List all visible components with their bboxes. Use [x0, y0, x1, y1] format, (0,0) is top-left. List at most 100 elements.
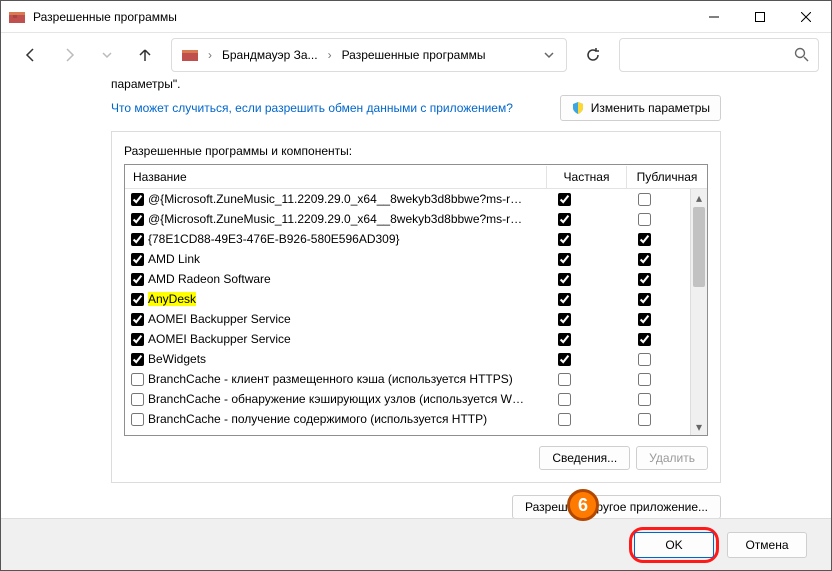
list-item[interactable]: BeWidgets	[125, 349, 690, 369]
scroll-down-icon[interactable]: ▾	[691, 418, 707, 435]
item-name: AOMEI Backupper Service	[148, 312, 524, 326]
list-item[interactable]: {78E1CD88-49E3-476E-B926-580E596AD309}	[125, 229, 690, 249]
apps-panel: Разрешенные программы и компоненты: Назв…	[111, 131, 721, 483]
window-buttons	[691, 1, 829, 32]
item-private-checkbox[interactable]	[558, 273, 571, 286]
param-text: параметры".	[111, 77, 721, 91]
item-public-checkbox[interactable]	[638, 293, 651, 306]
col-name[interactable]: Название	[125, 166, 547, 188]
item-enable-checkbox[interactable]	[131, 273, 144, 286]
item-enable-checkbox[interactable]	[131, 373, 144, 386]
window-title: Разрешенные программы	[33, 10, 691, 24]
item-public-checkbox[interactable]	[638, 373, 651, 386]
details-button[interactable]: Сведения...	[539, 446, 630, 470]
scroll-thumb[interactable]	[693, 207, 705, 287]
step-badge: 6	[567, 489, 599, 521]
cancel-button[interactable]: Отмена	[727, 532, 807, 558]
refresh-button[interactable]	[575, 37, 611, 73]
col-public[interactable]: Публичная	[627, 166, 707, 188]
item-enable-checkbox[interactable]	[131, 393, 144, 406]
footer: OK Отмена	[1, 518, 831, 570]
item-enable-checkbox[interactable]	[131, 413, 144, 426]
chevron-right-icon: ›	[328, 48, 332, 62]
scroll-up-icon[interactable]: ▴	[691, 189, 707, 206]
item-public-checkbox[interactable]	[638, 333, 651, 346]
item-name: BranchCache - клиент размещенного кэша (…	[148, 372, 524, 386]
list-item[interactable]: AOMEI Backupper Service	[125, 309, 690, 329]
item-name: AMD Link	[148, 252, 524, 266]
help-link[interactable]: Что может случиться, если разрешить обме…	[111, 101, 513, 115]
breadcrumb-seg-1[interactable]: Брандмауэр За...	[216, 44, 324, 66]
close-button[interactable]	[783, 1, 829, 32]
item-private-checkbox[interactable]	[558, 353, 571, 366]
item-public-checkbox[interactable]	[638, 193, 651, 206]
list-item[interactable]: @{Microsoft.ZuneMusic_11.2209.29.0_x64__…	[125, 189, 690, 209]
change-settings-button[interactable]: Изменить параметры	[560, 95, 721, 121]
item-private-checkbox[interactable]	[558, 413, 571, 426]
item-enable-checkbox[interactable]	[131, 233, 144, 246]
list-item[interactable]: BranchCache - получение содержимого (исп…	[125, 409, 690, 429]
item-enable-checkbox[interactable]	[131, 253, 144, 266]
col-private[interactable]: Частная	[547, 166, 627, 188]
list-item[interactable]: AMD Link	[125, 249, 690, 269]
item-name: BeWidgets	[148, 352, 524, 366]
item-public-checkbox[interactable]	[638, 353, 651, 366]
item-enable-checkbox[interactable]	[131, 353, 144, 366]
list-item[interactable]: @{Microsoft.ZuneMusic_11.2209.29.0_x64__…	[125, 209, 690, 229]
recent-button[interactable]	[89, 37, 125, 73]
firewall-icon	[9, 9, 25, 25]
item-name: {78E1CD88-49E3-476E-B926-580E596AD309}	[148, 232, 524, 246]
item-name: AOMEI Backupper Service	[148, 332, 524, 346]
item-private-checkbox[interactable]	[558, 253, 571, 266]
scrollbar[interactable]: ▴ ▾	[690, 189, 707, 435]
forward-button[interactable]	[51, 37, 87, 73]
item-public-checkbox[interactable]	[638, 413, 651, 426]
item-name: AnyDesk	[148, 292, 524, 306]
item-private-checkbox[interactable]	[558, 193, 571, 206]
ok-button[interactable]: OK	[634, 532, 714, 558]
item-private-checkbox[interactable]	[558, 373, 571, 386]
item-name: BranchCache - обнаружение кэширующих узл…	[148, 392, 524, 406]
allow-another-app-button[interactable]: Разрешить другое приложение...	[512, 495, 721, 519]
back-button[interactable]	[13, 37, 49, 73]
item-private-checkbox[interactable]	[558, 333, 571, 346]
list-item[interactable]: AnyDesk	[125, 289, 690, 309]
item-private-checkbox[interactable]	[558, 313, 571, 326]
item-private-checkbox[interactable]	[558, 393, 571, 406]
item-public-checkbox[interactable]	[638, 393, 651, 406]
ok-highlight: OK	[629, 527, 719, 563]
firewall-icon	[182, 47, 198, 63]
item-enable-checkbox[interactable]	[131, 313, 144, 326]
item-name: BranchCache - получение содержимого (исп…	[148, 412, 524, 426]
nav-row: › Брандмауэр За... › Разрешенные програм…	[1, 33, 831, 77]
search-input[interactable]	[619, 38, 819, 72]
list-item[interactable]: BranchCache - обнаружение кэширующих узл…	[125, 389, 690, 409]
breadcrumb-bar[interactable]: › Брандмауэр За... › Разрешенные програм…	[171, 38, 567, 72]
breadcrumb-seg-2[interactable]: Разрешенные программы	[336, 44, 492, 66]
breadcrumb-dropdown[interactable]	[536, 46, 562, 64]
item-name: AMD Radeon Software	[148, 272, 524, 286]
item-public-checkbox[interactable]	[638, 213, 651, 226]
up-button[interactable]	[127, 37, 163, 73]
item-enable-checkbox[interactable]	[131, 213, 144, 226]
item-enable-checkbox[interactable]	[131, 193, 144, 206]
list-item[interactable]: BranchCache - клиент размещенного кэша (…	[125, 369, 690, 389]
item-enable-checkbox[interactable]	[131, 333, 144, 346]
maximize-button[interactable]	[737, 1, 783, 32]
item-private-checkbox[interactable]	[558, 233, 571, 246]
apps-list: Название Частная Публичная @{Microsoft.Z…	[124, 164, 708, 436]
list-item[interactable]: AOMEI Backupper Service	[125, 329, 690, 349]
list-item[interactable]: AMD Radeon Software	[125, 269, 690, 289]
shield-icon	[571, 101, 585, 115]
titlebar: Разрешенные программы	[1, 1, 831, 33]
item-private-checkbox[interactable]	[558, 293, 571, 306]
item-public-checkbox[interactable]	[638, 253, 651, 266]
item-enable-checkbox[interactable]	[131, 293, 144, 306]
minimize-button[interactable]	[691, 1, 737, 32]
item-private-checkbox[interactable]	[558, 213, 571, 226]
remove-button[interactable]: Удалить	[636, 446, 708, 470]
item-public-checkbox[interactable]	[638, 233, 651, 246]
list-header: Название Частная Публичная	[125, 165, 707, 189]
item-public-checkbox[interactable]	[638, 273, 651, 286]
item-public-checkbox[interactable]	[638, 313, 651, 326]
